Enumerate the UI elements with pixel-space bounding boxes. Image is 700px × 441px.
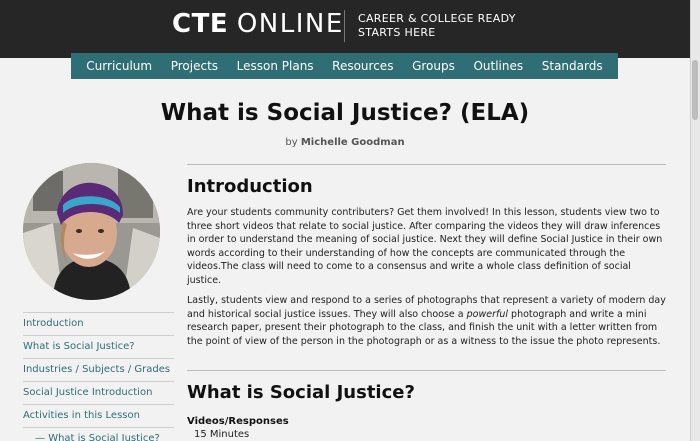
nav-curriculum[interactable]: Curriculum bbox=[86, 59, 152, 73]
page-title: What is Social Justice? (ELA) bbox=[160, 100, 530, 126]
author-avatar bbox=[23, 163, 160, 300]
nav-outlines[interactable]: Outlines bbox=[473, 59, 523, 73]
nav-resources[interactable]: Resources bbox=[332, 59, 393, 73]
intro-paragraph: Are your students community contributers… bbox=[187, 207, 663, 286]
sidebar-item-industries-subjects-grades[interactable]: Industries / Subjects / Grades bbox=[23, 358, 174, 381]
sidebar-subitem-what-is-social-justice[interactable]: What is Social Justice? bbox=[23, 427, 174, 441]
sidebar-item-activities[interactable]: Activities in this Lesson bbox=[23, 404, 174, 427]
nav-projects[interactable]: Projects bbox=[171, 59, 218, 73]
author-name[interactable]: Michelle Goodman bbox=[301, 137, 405, 148]
nav-groups[interactable]: Groups bbox=[412, 59, 455, 73]
activity-duration: 15 Minutes bbox=[194, 429, 250, 440]
scrollbar-thumb[interactable] bbox=[692, 60, 698, 120]
logo-divider bbox=[344, 10, 345, 42]
site-header bbox=[0, 0, 700, 58]
divider bbox=[187, 370, 666, 371]
activity-label: Videos/Responses bbox=[187, 416, 289, 427]
section-heading-introduction: Introduction bbox=[187, 176, 313, 197]
site-tagline: CAREER & COLLEGE READY STARTS HERE bbox=[358, 12, 516, 39]
sidebar-item-introduction[interactable]: Introduction bbox=[23, 312, 174, 335]
main-nav: Curriculum Projects Lesson Plans Resourc… bbox=[71, 53, 618, 79]
site-logo[interactable]: CTE ONLINE bbox=[172, 9, 344, 39]
lesson-sidebar-nav: Introduction What is Social Justice? Ind… bbox=[23, 312, 174, 441]
intro-paragraph-2: Lastly, students view and respond to a s… bbox=[187, 295, 666, 347]
section-heading-what-is-social-justice: What is Social Justice? bbox=[187, 382, 415, 403]
sidebar-item-social-justice-introduction[interactable]: Social Justice Introduction bbox=[23, 381, 174, 404]
nav-standards[interactable]: Standards bbox=[542, 59, 603, 73]
sidebar-item-what-is-social-justice[interactable]: What is Social Justice? bbox=[23, 335, 174, 358]
nav-lesson-plans[interactable]: Lesson Plans bbox=[237, 59, 314, 73]
author-byline: by Michelle Goodman bbox=[285, 137, 405, 148]
divider bbox=[187, 164, 666, 165]
